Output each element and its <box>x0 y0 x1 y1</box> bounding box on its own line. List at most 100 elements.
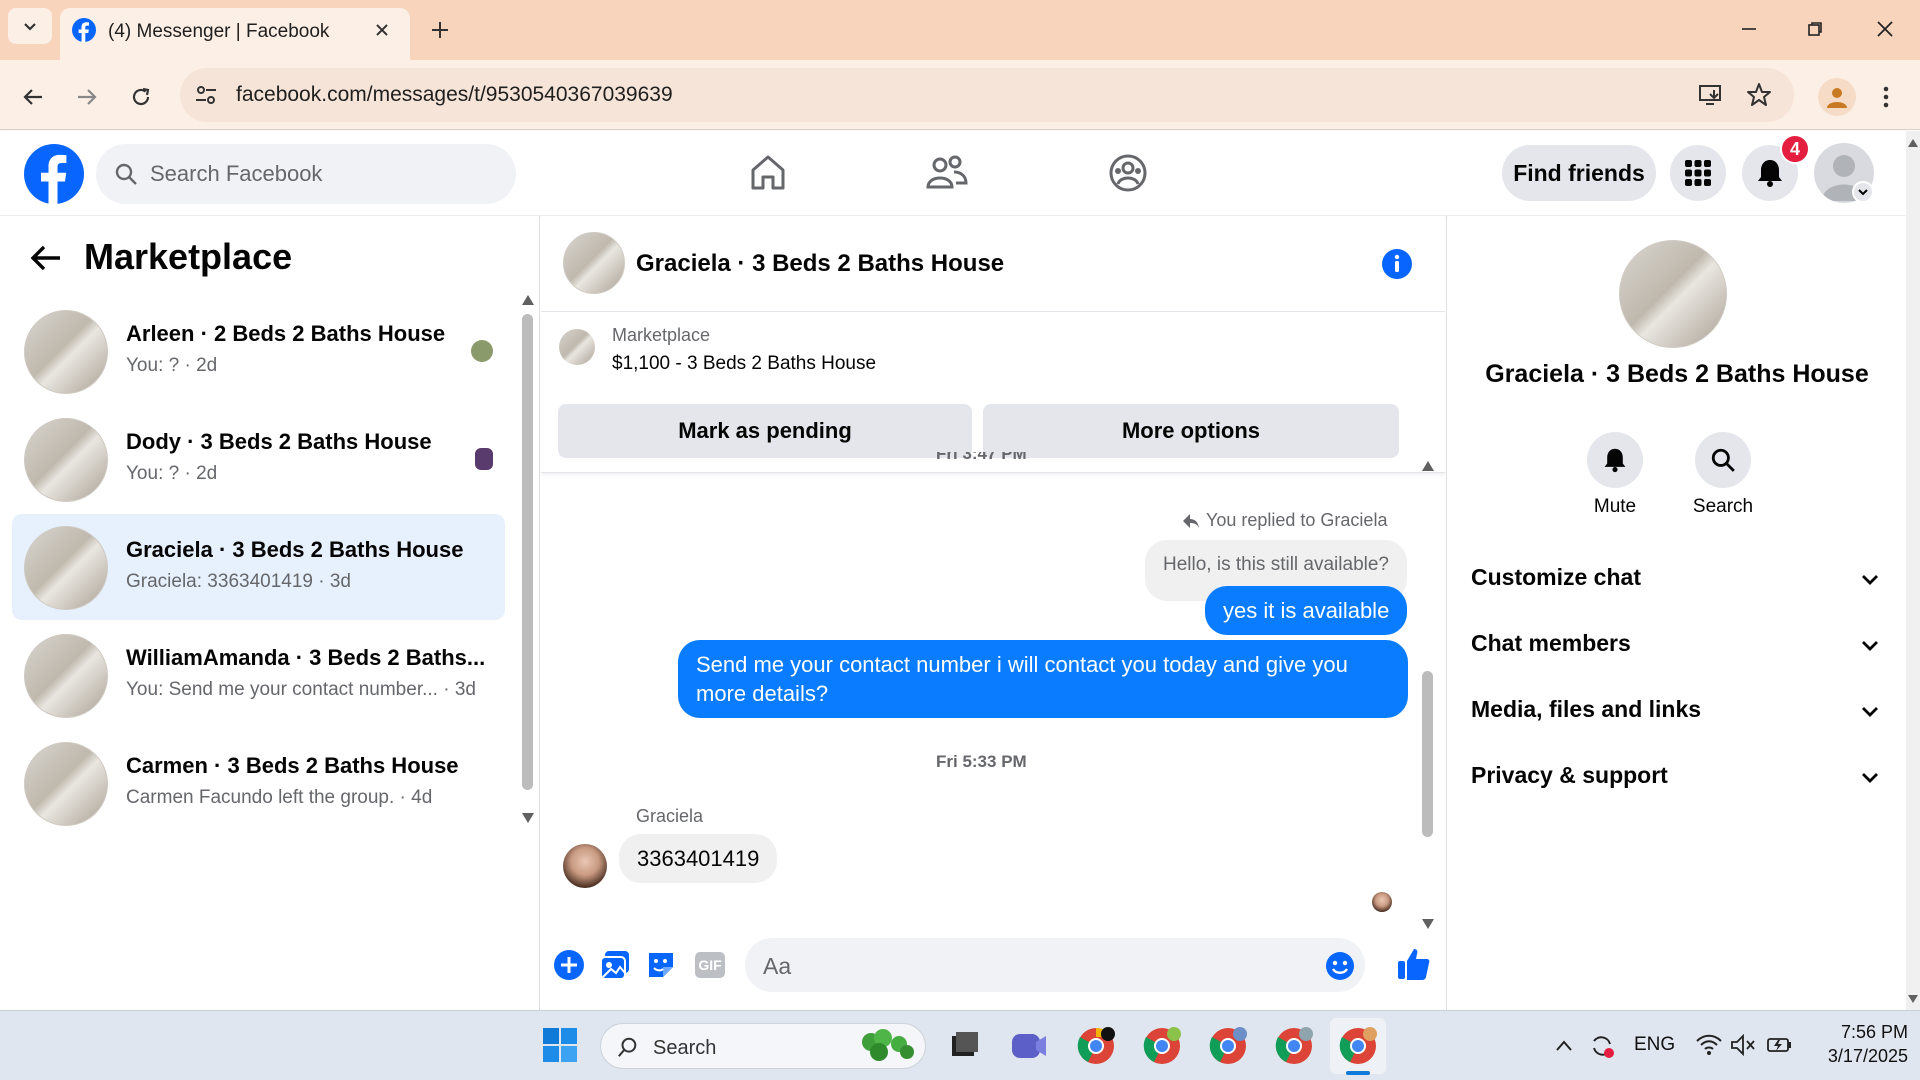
conversation-item[interactable]: Dody · 3 Beds 2 Baths House You: ? · 2d <box>12 406 505 512</box>
list-scroll-down[interactable] <box>522 810 534 830</box>
install-app-icon[interactable] <box>1698 82 1724 108</box>
chat-scrollbar-thumb[interactable] <box>1422 671 1433 837</box>
plus-circle-icon[interactable] <box>553 949 585 981</box>
wifi-icon[interactable] <box>1696 1034 1722 1056</box>
browser-menu-button[interactable] <box>1874 80 1898 114</box>
more-options-button[interactable]: More options <box>983 404 1399 458</box>
home-icon[interactable] <box>748 153 788 193</box>
mark-as-pending-button[interactable]: Mark as pending <box>558 404 972 458</box>
scroll-down-icon[interactable] <box>1422 919 1434 929</box>
media-files-links-section[interactable]: Media, files and links <box>1471 696 1881 736</box>
conversation-item-active[interactable]: Graciela · 3 Beds 2 Baths House Graciela… <box>12 514 505 620</box>
photo-icon[interactable] <box>599 949 631 981</box>
clock[interactable]: 7:56 PM 3/17/2025 <box>1812 1020 1908 1068</box>
meet-video-icon[interactable] <box>1006 1024 1050 1068</box>
taskbar-search[interactable]: Search <box>600 1023 926 1069</box>
conversation-item[interactable]: Arleen · 2 Beds 2 Baths House You: ? · 2… <box>12 298 505 404</box>
scroll-up-icon <box>522 295 534 305</box>
gif-button[interactable]: GIF <box>695 952 725 978</box>
bell-icon <box>1604 448 1626 473</box>
restore-button[interactable] <box>1800 14 1830 44</box>
chat-scrollbar[interactable] <box>1422 461 1436 931</box>
chevron-up-icon[interactable] <box>1554 1036 1574 1056</box>
conversation-item[interactable]: WilliamAmanda · 3 Beds 2 Baths... You: S… <box>12 622 505 728</box>
windows-start-icon[interactable] <box>542 1027 578 1063</box>
sent-message[interactable]: Send me your contact number i will conta… <box>678 640 1408 718</box>
language-indicator[interactable]: ENG <box>1634 1034 1675 1056</box>
task-view-icon[interactable] <box>942 1024 986 1068</box>
scroll-down-icon[interactable] <box>1908 995 1918 1003</box>
close-window-button[interactable] <box>1870 14 1900 44</box>
back-button[interactable] <box>16 80 50 114</box>
sent-message[interactable]: yes it is available <box>1205 586 1408 635</box>
listing-text[interactable]: $1,100 - 3 Beds 2 Baths House <box>612 353 876 375</box>
bookmark-star-icon[interactable] <box>1746 82 1772 108</box>
facebook-header: Search Facebook Find friends 4 <box>0 131 1906 215</box>
reload-icon <box>132 87 150 106</box>
scroll-up-icon[interactable] <box>1908 139 1918 147</box>
person-icon <box>1827 88 1847 108</box>
minimize-button[interactable] <box>1734 14 1764 44</box>
chevron-down-icon <box>24 23 36 31</box>
battery-charging-icon[interactable] <box>1766 1034 1794 1056</box>
profile-button[interactable] <box>1818 78 1856 116</box>
listing-thumbnail[interactable] <box>559 329 595 365</box>
conversation-title: Graciela · 3 Beds 2 Baths House <box>126 537 464 562</box>
chat-avatar[interactable] <box>563 232 625 294</box>
chrome-profile-icon[interactable] <box>1140 1024 1184 1068</box>
account-chevron[interactable] <box>1852 181 1874 203</box>
close-icon[interactable] <box>374 22 390 38</box>
menu-button[interactable] <box>1670 145 1726 201</box>
conversation-preview: You: Send me your contact number... · 3d <box>126 679 476 700</box>
sticker-icon[interactable] <box>645 949 677 981</box>
volume-muted-icon[interactable] <box>1730 1034 1756 1056</box>
received-message[interactable]: 3363401419 <box>619 834 778 883</box>
sync-icon[interactable] <box>1588 1032 1616 1060</box>
chrome-profile-icon[interactable] <box>1336 1024 1380 1068</box>
emoji-icon[interactable] <box>1325 951 1355 981</box>
site-info-icon[interactable] <box>194 83 218 107</box>
listing-banner: Marketplace $1,100 - 3 Beds 2 Baths Hous… <box>541 313 1445 473</box>
url-text[interactable]: facebook.com/messages/t/9530540367039639 <box>236 83 673 107</box>
seen-avatar <box>475 448 493 470</box>
chevron-down-icon <box>1862 575 1878 585</box>
clock-date: 3/17/2025 <box>1827 1046 1908 1066</box>
sender-avatar[interactable] <box>563 844 607 888</box>
listing-thumbnail <box>24 634 108 718</box>
chrome-profile-icon[interactable] <box>1272 1024 1316 1068</box>
facebook-logo-icon[interactable] <box>24 144 84 204</box>
chat-members-section[interactable]: Chat members <box>1471 630 1881 670</box>
search-in-chat-button[interactable] <box>1695 432 1751 488</box>
customize-chat-section[interactable]: Customize chat <box>1471 564 1881 604</box>
list-scrollbar-thumb[interactable] <box>522 314 533 790</box>
browser-tab[interactable]: (4) Messenger | Facebook <box>60 8 410 60</box>
find-friends-button[interactable]: Find friends <box>1502 145 1656 201</box>
back-arrow-icon[interactable] <box>30 244 62 272</box>
sender-name: Graciela <box>636 806 704 826</box>
message-input[interactable]: Aa <box>745 938 1365 992</box>
reload-button[interactable] <box>124 80 158 114</box>
thumbs-up-icon[interactable] <box>1396 946 1432 982</box>
chat-title[interactable]: Graciela · 3 Beds 2 Baths House <box>636 250 1004 278</box>
address-bar[interactable]: facebook.com/messages/t/9530540367039639 <box>180 68 1794 122</box>
tab-search-button[interactable] <box>8 8 52 44</box>
page-scrollbar[interactable] <box>1906 131 1920 1010</box>
marketplace-title: Marketplace <box>84 236 293 277</box>
chat-pane: Graciela · 3 Beds 2 Baths House Marketpl… <box>541 216 1445 1010</box>
chrome-profile-icon[interactable] <box>1206 1024 1250 1068</box>
search-icon <box>618 1037 637 1057</box>
groups-icon[interactable] <box>1108 153 1148 193</box>
list-scroll-up[interactable] <box>522 292 534 312</box>
chrome-icon[interactable] <box>1074 1024 1118 1068</box>
info-icon[interactable] <box>1381 248 1413 280</box>
new-tab-button[interactable] <box>424 14 456 46</box>
friends-icon[interactable] <box>926 153 968 193</box>
forward-button[interactable] <box>70 80 104 114</box>
facebook-search-input[interactable]: Search Facebook <box>96 144 516 204</box>
scroll-up-icon[interactable] <box>1422 461 1434 471</box>
replied-to-text: You replied to Graciela <box>1206 510 1388 530</box>
conversation-item[interactable]: Carmen · 3 Beds 2 Baths House Carmen Fac… <box>12 730 505 836</box>
bell-icon <box>1758 160 1782 187</box>
privacy-support-section[interactable]: Privacy & support <box>1471 762 1881 802</box>
mute-button[interactable] <box>1587 432 1643 488</box>
